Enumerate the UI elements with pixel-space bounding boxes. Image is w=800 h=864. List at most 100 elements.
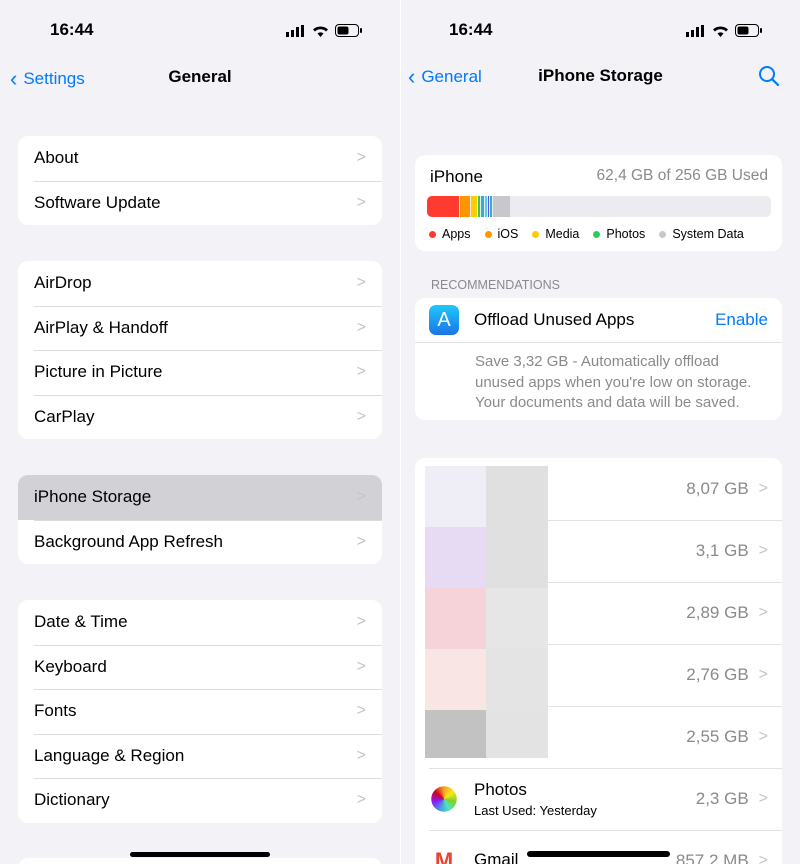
page-title: iPhone Storage [538,66,663,85]
legend-label: iOS [497,227,519,241]
settings-item-software-update[interactable]: Software Update > [18,180,382,226]
settings-item-label: CarPlay [34,406,95,426]
settings-item-date-time[interactable]: Date & Time > [18,600,382,645]
storage-bar-segment [490,196,492,217]
chevron-right-icon: > [356,746,366,764]
settings-item-label: Language & Region [34,745,185,765]
settings-item-label: Keyboard [34,656,107,676]
battery-icon [335,24,362,37]
page-title: General [168,67,232,86]
settings-item-background-app-refresh[interactable]: Background App Refresh > [18,519,382,565]
recommendations-header: RECOMMENDATIONS [431,278,560,292]
app-size: 8,07 GB [686,479,749,498]
storage-bar-segment [478,196,480,217]
status-time: 16:44 [449,20,493,39]
storage-used: 62,4 GB of 256 GB Used [596,167,768,184]
settings-item-airplay-handoff[interactable]: AirPlay & Handoff > [18,305,382,351]
settings-group: Date & Time > Keyboard > Fonts > Language & Re… [18,600,382,823]
storage-bar-segment [481,196,484,217]
app-size: 2,76 GB [686,665,749,684]
storage-bar [427,196,771,217]
storage-bar-segment [488,196,489,217]
chevron-right-icon: > [356,532,366,550]
settings-item-dictionary[interactable]: Dictionary > [18,778,382,823]
legend-dot [532,231,540,238]
chevron-right-icon: > [356,702,366,720]
settings-item-iphone-storage[interactable]: iPhone Storage > [18,475,382,520]
status-time: 16:44 [50,20,94,39]
settings-item-carplay[interactable]: CarPlay > [18,394,382,440]
settings-item-label: Software Update [34,192,161,212]
settings-group: AirDrop > AirPlay & Handoff > Picture in Pic… [18,261,382,439]
chevron-right-icon: > [356,193,366,211]
legend-item: System Data [659,227,744,241]
chevron-right-icon: > [758,480,768,497]
chevron-right-icon: > [356,274,366,292]
offload-title: Offload Unused Apps [474,310,635,329]
settings-item-label: Fonts [34,701,77,721]
settings-item-label: AirPlay & Handoff [34,317,168,337]
settings-item-airdrop[interactable]: AirDrop > [18,261,382,306]
offload-recommendation-card: A Offload Unused Apps Enable Save 3,32 G… [415,298,782,420]
settings-item-about[interactable]: About > [18,136,382,181]
photos-icon [431,786,457,812]
cellular-icon [286,24,304,37]
chevron-right-icon: > [356,657,366,675]
gmail-icon: M [434,848,454,864]
chevron-right-icon: > [758,666,768,683]
app-size: 3,1 GB [695,541,749,560]
chevron-right-icon: > [356,613,366,631]
app-size: 2,55 GB [686,727,749,746]
legend-dot [659,231,667,238]
settings-item-label: iPhone Storage [34,487,152,507]
storage-bar-segment [493,196,510,217]
legend-item: Photos [593,227,645,241]
chevron-right-icon: > [356,363,366,381]
offload-description: Save 3,32 GB - Automatically offload unu… [475,353,752,411]
settings-item-fonts[interactable]: Fonts > [18,689,382,734]
legend-label: System Data [672,227,744,241]
home-indicator[interactable] [527,851,670,857]
settings-item-language-region[interactable]: Language & Region > [18,733,382,779]
chevron-right-icon: > [356,149,366,167]
settings-item-label: Date & Time [34,612,128,632]
app-store-icon: A [429,305,459,335]
app-size: 2,3 GB [695,789,749,808]
wifi-icon [313,26,328,37]
storage-bar-segment [485,196,487,217]
legend-label: Media [545,227,580,241]
settings-group [18,858,382,864]
redacted-overlay [425,466,548,758]
status-icons [286,24,362,37]
search-icon[interactable] [758,65,780,87]
app-name: Gmail [474,849,519,864]
app-row[interactable]: Photos Last Used: Yesterday 2,3 GB > [415,768,782,830]
storage-bar-segment [427,196,459,217]
chevron-right-icon: > [758,728,768,745]
chevron-right-icon: > [758,852,768,864]
enable-button[interactable]: Enable [715,310,768,330]
storage-bar-segment [460,196,470,217]
chevron-right-icon: > [356,488,366,506]
settings-item-label: AirDrop [34,273,92,293]
settings-group: iPhone Storage > Background App Refresh > [18,475,382,564]
chevron-right-icon: > [758,604,768,621]
wifi-icon [713,26,728,37]
chevron-right-icon: > [758,790,768,807]
settings-item-picture-in-picture[interactable]: Picture in Picture > [18,350,382,395]
legend-dot [484,231,492,238]
legend-item: Apps [429,227,471,241]
settings-item-label: Picture in Picture [34,362,163,382]
legend-item: iOS [484,227,519,241]
app-size: 857,2 MB [675,851,749,864]
legend-label: Photos [606,227,646,241]
chevron-right-icon: > [356,791,366,809]
settings-item-label: About [34,148,79,168]
app-name: Photos [474,780,527,799]
general-settings-screen: 16:44 ‹ Settings General About > Software U… [0,0,400,864]
app-row[interactable]: M Gmail 857,2 MB > [415,830,782,864]
app-last-used: Last Used: Yesterday [474,803,597,818]
device-name: iPhone [430,167,483,186]
home-indicator[interactable] [130,852,270,857]
settings-item-keyboard[interactable]: Keyboard > [18,644,382,690]
